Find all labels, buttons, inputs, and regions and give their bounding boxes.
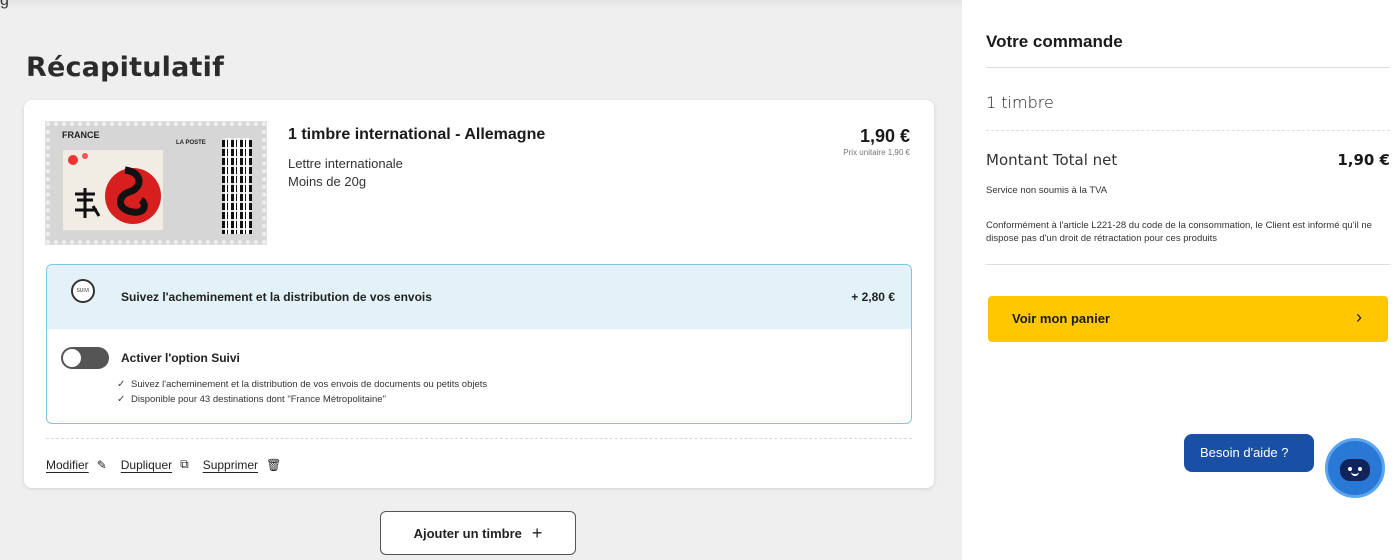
product-price: 1,90 € xyxy=(859,126,910,146)
product-title: 1 timbre international - Allemagne xyxy=(288,126,546,143)
tracking-bullet: ✓ Suivez l'acheminement et la distributio… xyxy=(117,379,487,390)
tracking-bullet-text: Suivez l'acheminement et la distribution… xyxy=(131,379,488,390)
tracking-bullet-text: Disponible pour 43 destinations dont "Fr… xyxy=(131,394,386,405)
order-divider-bottom xyxy=(986,264,1390,265)
toggle-knob xyxy=(63,349,81,367)
product-weight: Moins de 20g xyxy=(288,174,367,189)
summary-panel: g Récapitulatif FRANCE LA POSTE 1 timbre… xyxy=(0,0,962,560)
product-unit-price: Prix unitaire 1,90 € xyxy=(843,148,910,157)
chatbot-icon[interactable] xyxy=(1325,438,1385,498)
tracking-headline: Suivez l'acheminement et la distribution… xyxy=(121,290,432,304)
top-shadow xyxy=(0,0,962,8)
order-divider xyxy=(986,67,1390,68)
stamp-country: FRANCE xyxy=(62,130,100,140)
product-card: FRANCE LA POSTE 1 timbre international -… xyxy=(24,100,934,488)
order-quantity: 1 timbre xyxy=(986,93,1054,112)
pencil-icon[interactable]: ✎ xyxy=(97,458,107,472)
card-divider xyxy=(46,438,912,439)
tracking-toggle-label[interactable]: Activer l'option Suivi xyxy=(121,351,240,365)
chevron-right-icon: › xyxy=(1356,307,1362,327)
stamp-brand: LA POSTE xyxy=(176,140,206,146)
tva-note: Service non soumis à la TVA xyxy=(986,185,1108,196)
suivi-logo-icon: SUIVI xyxy=(71,279,95,303)
order-total-value: 1,90 € xyxy=(1337,151,1390,169)
view-cart-button[interactable]: Voir mon panier › xyxy=(988,296,1388,342)
product-actions: Modifier ✎ Dupliquer ⧉ Supprimer 🗑 xyxy=(46,457,295,472)
product-type: Lettre internationale xyxy=(288,156,403,171)
check-icon: ✓ xyxy=(117,394,126,405)
order-total-label: Montant Total net xyxy=(986,151,1118,169)
tracking-price: + 2,80 € xyxy=(851,290,895,304)
tracking-bullet: ✓ Disponible pour 43 destinations dont "F… xyxy=(117,394,386,405)
check-icon: ✓ xyxy=(117,379,126,390)
help-bubble[interactable]: Besoin d'aide ? xyxy=(1184,434,1314,472)
stamp-dragon-art xyxy=(63,150,163,230)
dragon-illustration xyxy=(68,153,161,224)
chatbot-face xyxy=(1340,459,1370,481)
page-title: Récapitulatif xyxy=(26,52,225,83)
duplicate-link[interactable]: Dupliquer xyxy=(121,458,172,472)
help-label: Besoin d'aide ? xyxy=(1200,445,1289,460)
legal-note: Conformément à l'article L221-28 du code… xyxy=(986,220,1372,244)
cut-off-text: g xyxy=(0,0,9,9)
modify-link[interactable]: Modifier xyxy=(46,458,89,472)
duplicate-icon[interactable]: ⧉ xyxy=(180,457,189,472)
tracking-toggle[interactable] xyxy=(61,347,109,369)
tracking-header: SUIVI Suivez l'acheminement et la distri… xyxy=(47,265,911,329)
trash-icon[interactable]: 🗑 xyxy=(266,458,281,472)
order-title: Votre commande xyxy=(986,32,1123,51)
stamp-image: FRANCE LA POSTE xyxy=(45,121,267,245)
plus-icon: + xyxy=(531,522,543,543)
add-stamp-button[interactable]: Ajouter un timbre + xyxy=(380,511,576,555)
add-stamp-label: Ajouter un timbre xyxy=(413,525,522,541)
delete-link[interactable]: Supprimer xyxy=(203,458,258,472)
view-cart-label: Voir mon panier xyxy=(1012,311,1110,326)
datamatrix-code-overlay xyxy=(222,138,252,234)
order-dotted-divider xyxy=(986,130,1390,131)
tracking-option-box: SUIVI Suivez l'acheminement et la distri… xyxy=(46,264,912,424)
